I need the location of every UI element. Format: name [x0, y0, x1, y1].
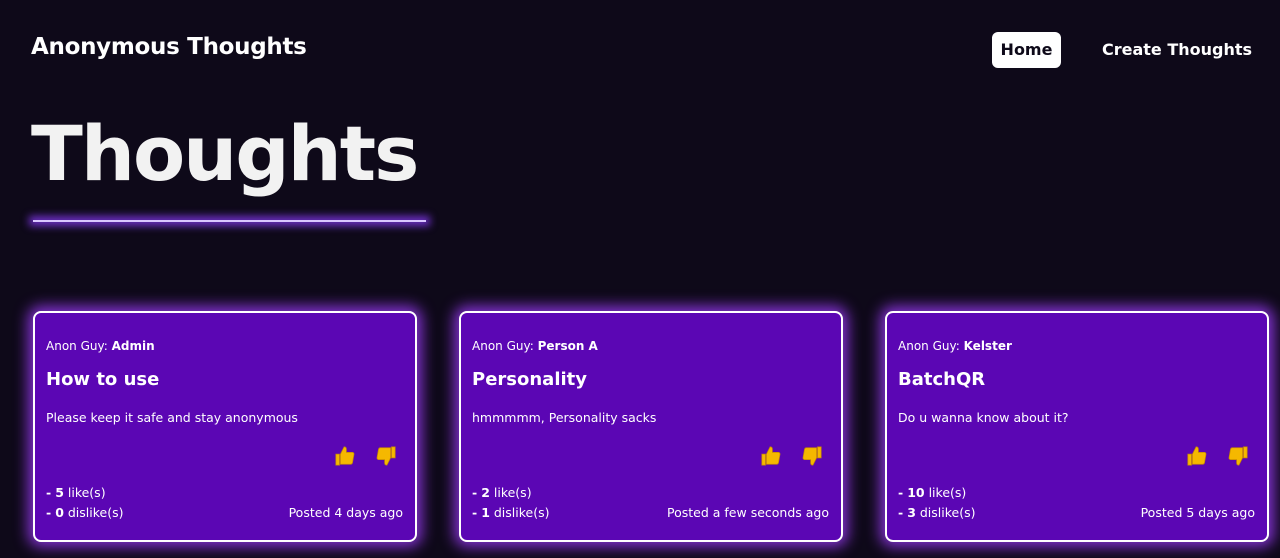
thought-card: Anon Guy: Person A Personality hmmmmm, P… [459, 311, 843, 542]
card-stats: - 5 like(s) - 0 dislike(s) [46, 483, 124, 523]
card-stats: - 10 like(s) - 3 dislike(s) [898, 483, 976, 523]
card-body: hmmmmm, Personality sacks [472, 410, 657, 425]
card-author: Anon Guy: Kelster [898, 339, 1012, 353]
dislike-count: - 0 dislike(s) [46, 505, 124, 520]
thumbs-up-icon[interactable] [758, 443, 784, 469]
card-title: BatchQR [898, 369, 986, 390]
posted-time: Posted a few seconds ago [667, 505, 829, 520]
thumbs-up-icon[interactable] [1184, 443, 1210, 469]
like-count: - 10 like(s) [898, 485, 967, 500]
posted-time: Posted 5 days ago [1140, 505, 1255, 520]
card-title: How to use [46, 369, 160, 390]
card-author: Anon Guy: Person A [472, 339, 598, 353]
page-title: Thoughts [31, 109, 419, 198]
posted-time: Posted 4 days ago [288, 505, 403, 520]
card-author: Anon Guy: Admin [46, 339, 155, 353]
thumbs-up-icon[interactable] [332, 443, 358, 469]
thumbs-down-icon[interactable] [799, 443, 825, 469]
card-body: Do u wanna know about it? [898, 410, 1069, 425]
author-name: Person A [537, 339, 598, 353]
card-body: Please keep it safe and stay anonymous [46, 410, 298, 425]
card-stats: - 2 like(s) - 1 dislike(s) [472, 483, 550, 523]
nav-home-button[interactable]: Home [992, 32, 1061, 68]
title-underline [33, 220, 426, 222]
author-name: Kelster [963, 339, 1012, 353]
like-count: - 2 like(s) [472, 485, 532, 500]
card-title: Personality [472, 369, 587, 390]
thumbs-down-icon[interactable] [373, 443, 399, 469]
navbar: Anonymous Thoughts Home Create Thoughts [0, 0, 1280, 100]
thumbs-down-icon[interactable] [1225, 443, 1251, 469]
author-name: Admin [111, 339, 155, 353]
thought-card: Anon Guy: Admin How to use Please keep i… [33, 311, 417, 542]
like-count: - 5 like(s) [46, 485, 106, 500]
brand-title[interactable]: Anonymous Thoughts [31, 34, 307, 60]
dislike-count: - 3 dislike(s) [898, 505, 976, 520]
nav-create-thoughts-link[interactable]: Create Thoughts [1102, 32, 1252, 68]
thought-card: Anon Guy: Kelster BatchQR Do u wanna kno… [885, 311, 1269, 542]
dislike-count: - 1 dislike(s) [472, 505, 550, 520]
